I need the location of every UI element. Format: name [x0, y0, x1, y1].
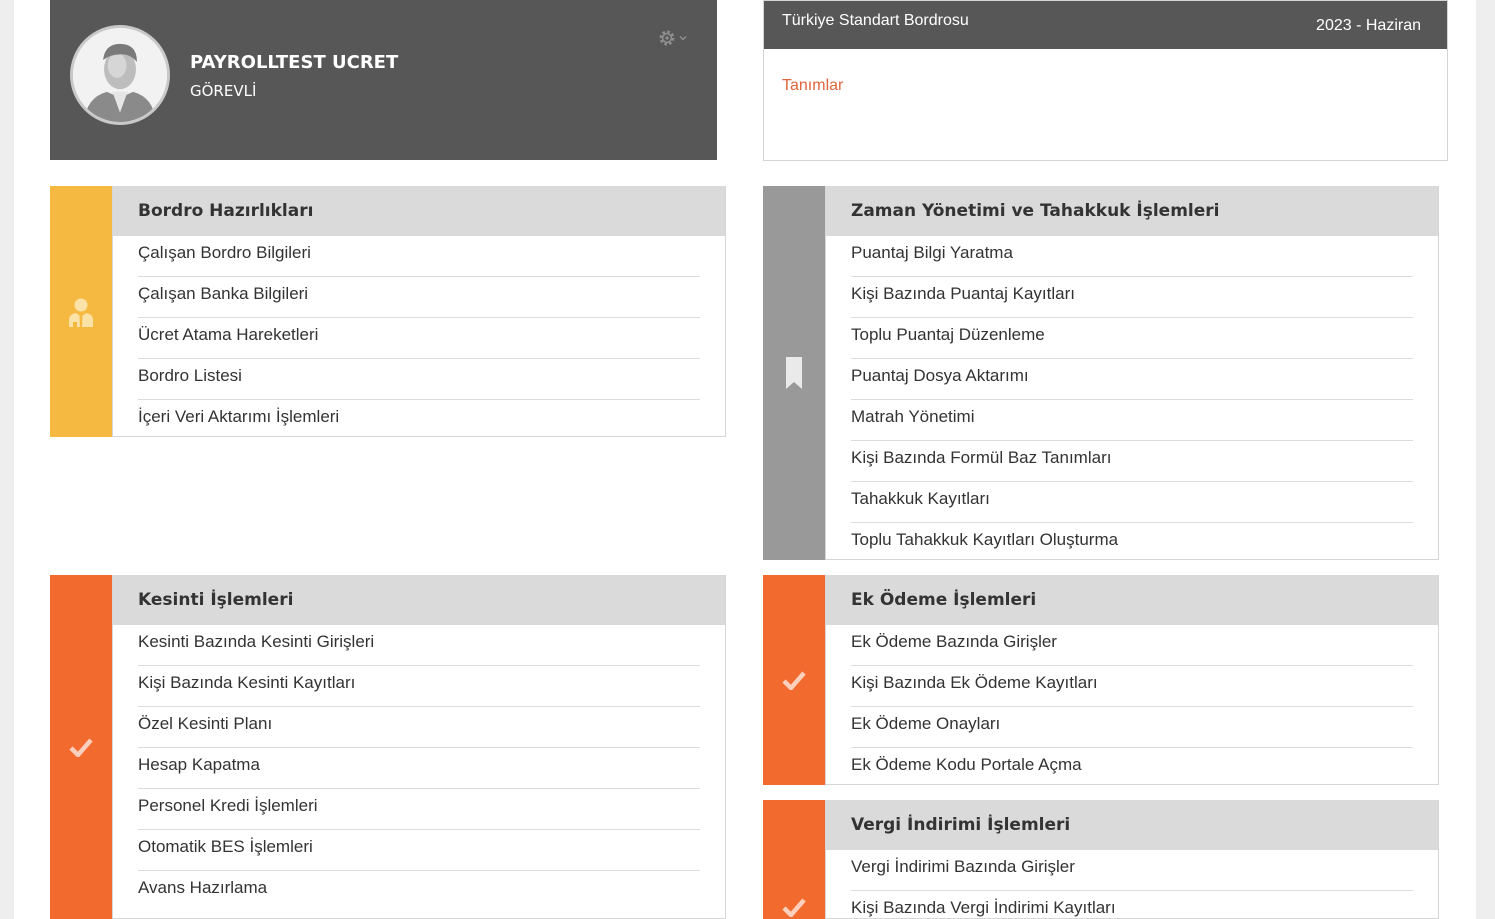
menu-item[interactable]: Bordro Listesi	[138, 359, 700, 400]
panel-icon-bar	[763, 575, 825, 785]
panel-items: Kesinti Bazında Kesinti Girişleri Kişi Ba…	[113, 625, 725, 912]
menu-item[interactable]: Kişi Bazında Puantaj Kayıtları	[851, 277, 1413, 318]
panel-body: Vergi İndirimi İşlemleri Vergi İndirimi …	[825, 800, 1439, 919]
panel-body: Ek Ödeme İşlemleri Ek Ödeme Bazında Giri…	[825, 575, 1439, 785]
settings-menu[interactable]	[657, 27, 693, 49]
menu-item[interactable]: Kişi Bazında Kesinti Kayıtları	[138, 666, 700, 707]
profile-role: GÖREVLİ	[190, 82, 257, 100]
panel-body: Zaman Yönetimi ve Tahakkuk İşlemleri Pua…	[825, 186, 1439, 560]
chevron-down-icon	[679, 35, 687, 41]
user-icon	[69, 298, 93, 327]
menu-item[interactable]: Özel Kesinti Planı	[138, 707, 700, 748]
menu-item[interactable]: Ücret Atama Hareketleri	[138, 318, 700, 359]
menu-item[interactable]: Kişi Bazında Vergi İndirimi Kayıtları	[851, 891, 1413, 918]
menu-item[interactable]: Puantaj Bilgi Yaratma	[851, 236, 1413, 277]
gear-icon	[659, 30, 675, 46]
panel-items: Puantaj Bilgi Yaratma Kişi Bazında Puanta…	[826, 236, 1438, 564]
check-icon	[69, 738, 93, 757]
panel-icon-bar	[50, 575, 112, 919]
bordro-info-card: Türkiye Standart Bordrosu 2023 - Haziran…	[763, 0, 1448, 161]
panel-items: Ek Ödeme Bazında Girişler Kişi Bazında Ek…	[826, 625, 1438, 789]
menu-item[interactable]: Çalışan Banka Bilgileri	[138, 277, 700, 318]
menu-item[interactable]: Avans Hazırlama	[138, 871, 700, 912]
panel-icon-bar	[763, 800, 825, 919]
menu-item[interactable]: Toplu Tahakkuk Kayıtları Oluşturma	[851, 523, 1413, 564]
menu-item[interactable]: Personel Kredi İşlemleri	[138, 789, 700, 830]
bookmark-icon	[786, 357, 802, 389]
bordro-header: Türkiye Standart Bordrosu 2023 - Haziran	[764, 1, 1447, 49]
menu-item[interactable]: Matrah Yönetimi	[851, 400, 1413, 441]
panel-icon-bar	[763, 186, 825, 560]
menu-item[interactable]: Toplu Puantaj Düzenleme	[851, 318, 1413, 359]
menu-item[interactable]: Tahakkuk Kayıtları	[851, 482, 1413, 523]
profile-card: PAYROLLTEST UCRET GÖREVLİ	[50, 0, 717, 160]
bordro-title: Türkiye Standart Bordrosu	[782, 12, 969, 29]
panel-title: Vergi İndirimi İşlemleri	[826, 800, 1438, 850]
menu-item[interactable]: Puantaj Dosya Aktarımı	[851, 359, 1413, 400]
menu-item[interactable]: Çalışan Bordro Bilgileri	[138, 236, 700, 277]
check-icon	[782, 898, 806, 917]
profile-name: PAYROLLTEST UCRET	[190, 52, 399, 73]
bordro-period: 2023 - Haziran	[1316, 17, 1421, 34]
panel-title: Bordro Hazırlıkları	[113, 186, 725, 236]
panel-body: Bordro Hazırlıkları Çalışan Bordro Bilgi…	[112, 186, 726, 437]
menu-item[interactable]: Vergi İndirimi Bazında Girişler	[851, 850, 1413, 891]
panel-title: Ek Ödeme İşlemleri	[826, 575, 1438, 625]
menu-item[interactable]: Kesinti Bazında Kesinti Girişleri	[138, 625, 700, 666]
check-icon	[782, 671, 806, 690]
menu-item[interactable]: Ek Ödeme Bazında Girişler	[851, 625, 1413, 666]
panel-items: Vergi İndirimi Bazında Girişler Kişi Bazı…	[826, 850, 1438, 918]
menu-item[interactable]: Hesap Kapatma	[138, 748, 700, 789]
menu-item[interactable]: Kişi Bazında Ek Ödeme Kayıtları	[851, 666, 1413, 707]
menu-item[interactable]: Kişi Bazında Formül Baz Tanımları	[851, 441, 1413, 482]
panel-icon-bar	[50, 186, 112, 437]
tanimlar-link[interactable]: Tanımlar	[782, 77, 843, 95]
menu-item[interactable]: İçeri Veri Aktarımı İşlemleri	[138, 400, 700, 441]
panel-title: Kesinti İşlemleri	[113, 575, 725, 625]
user-avatar[interactable]	[70, 25, 170, 125]
menu-item[interactable]: Ek Ödeme Kodu Portale Açma	[851, 748, 1413, 789]
panel-items: Çalışan Bordro Bilgileri Çalışan Banka Bi…	[113, 236, 725, 441]
panel-title: Zaman Yönetimi ve Tahakkuk İşlemleri	[826, 186, 1438, 236]
panel-body: Kesinti İşlemleri Kesinti Bazında Kesint…	[112, 575, 726, 919]
menu-item[interactable]: Ek Ödeme Onayları	[851, 707, 1413, 748]
menu-item[interactable]: Otomatik BES İşlemleri	[138, 830, 700, 871]
